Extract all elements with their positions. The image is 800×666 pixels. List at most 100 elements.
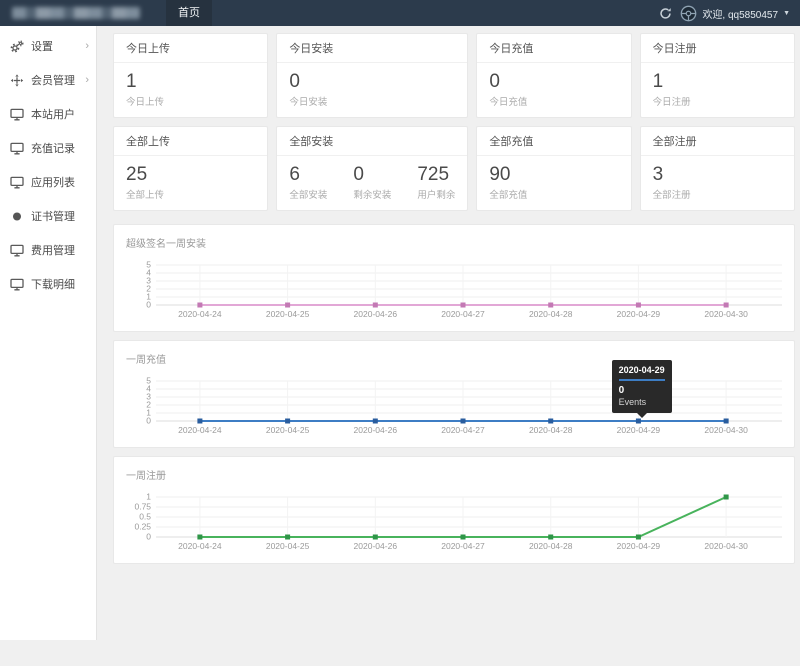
chevron-right-icon: › (85, 75, 89, 86)
sidebar-item-label: 应用列表 (31, 174, 75, 190)
chart-title: 一周充值 (126, 351, 782, 366)
brand-logo (12, 7, 140, 19)
svg-text:0: 0 (146, 532, 151, 542)
chart-plot: 00.250.50.7512020-04-242020-04-252020-04… (126, 491, 782, 555)
stat-group: 90全部充值 (489, 164, 527, 201)
stat-card-body: 25全部上传 (114, 156, 267, 210)
stat-label: 全部安装 (289, 187, 327, 201)
stat-value: 6 (289, 164, 327, 186)
stat-card: 全部上传 25全部上传 (113, 126, 268, 211)
stat-group: 0剩余安装 (353, 164, 391, 201)
sidebar-item-3[interactable]: 本站用户 (0, 97, 96, 131)
chart-card-2: 一周充值0123452020-04-242020-04-252020-04-26… (113, 340, 795, 448)
line-chart[interactable]: 0123452020-04-242020-04-252020-04-262020… (126, 375, 782, 439)
svg-text:2020-04-27: 2020-04-27 (441, 541, 485, 551)
stat-value: 90 (489, 164, 527, 186)
stat-card-title: 全部注册 (641, 127, 794, 156)
chart-card-3: 一周注册00.250.50.7512020-04-242020-04-25202… (113, 456, 795, 564)
chart-title: 超级签名一周安装 (126, 235, 782, 250)
stat-value: 0 (289, 71, 327, 93)
tooltip-date: 2020-04-29 (619, 365, 665, 381)
sidebar-item-7[interactable]: 费用管理 (0, 233, 96, 267)
svg-text:2020-04-25: 2020-04-25 (266, 425, 310, 435)
chart-plot: 0123452020-04-242020-04-252020-04-262020… (126, 375, 782, 439)
stat-card-title: 今日注册 (641, 34, 794, 63)
stat-card-title: 今日安装 (277, 34, 467, 63)
tooltip-value: 0 (619, 385, 665, 396)
stat-label: 今日上传 (126, 94, 164, 108)
stat-card-title: 全部充值 (477, 127, 630, 156)
stat-card: 全部安装6全部安装0剩余安装725用户剩余 (276, 126, 468, 211)
svg-text:5: 5 (146, 376, 151, 386)
monitor-icon (10, 244, 24, 257)
nav-item-home[interactable]: 首页 (166, 0, 212, 26)
chevron-right-icon: › (85, 41, 89, 52)
stat-label: 剩余安装 (353, 187, 391, 201)
stat-group: 0今日充值 (489, 71, 527, 108)
stat-card: 全部注册3全部注册 (640, 126, 795, 211)
svg-text:5: 5 (146, 260, 151, 270)
sidebar-item-label: 设置 (31, 38, 53, 54)
sidebar-item-8[interactable]: 下载明细 (0, 267, 96, 301)
stat-group: 3全部注册 (653, 164, 691, 201)
sidebar-item-label: 本站用户 (31, 106, 75, 122)
welcome-text: 欢迎, qq5850457 (702, 6, 778, 21)
avatar-icon (680, 5, 697, 22)
svg-text:2020-04-30: 2020-04-30 (704, 425, 748, 435)
chart-tooltip: 2020-04-29 0Events (612, 360, 672, 413)
sidebar-item-2[interactable]: 会员管理 › (0, 63, 96, 97)
stat-value: 0 (353, 164, 391, 186)
stat-card: 今日上传1今日上传 (113, 33, 268, 118)
sidebar-item-4[interactable]: 充值记录 (0, 131, 96, 165)
sidebar-item-label: 会员管理 (31, 72, 75, 88)
sidebar-item-label: 证书管理 (31, 208, 75, 224)
svg-text:2020-04-27: 2020-04-27 (441, 309, 485, 319)
stat-card-body: 90全部充值 (477, 156, 630, 210)
line-chart[interactable]: 00.250.50.7512020-04-242020-04-252020-04… (126, 491, 782, 555)
monitor-icon (10, 278, 24, 291)
stat-card: 今日注册1今日注册 (640, 33, 795, 118)
svg-text:2020-04-25: 2020-04-25 (266, 541, 310, 551)
user-menu[interactable]: 欢迎, qq5850457 ▼ (680, 5, 790, 22)
refresh-icon[interactable] (659, 7, 672, 20)
stat-card-body: 3全部注册 (641, 156, 794, 210)
stats-grid: 今日上传1今日上传今日安装0今日安装今日充值0今日充值今日注册1今日注册全部上传… (113, 33, 795, 211)
stat-card-title: 全部上传 (114, 127, 267, 156)
tooltip-label: Events (619, 397, 665, 407)
svg-text:0.75: 0.75 (134, 502, 151, 512)
svg-text:2020-04-24: 2020-04-24 (178, 309, 222, 319)
stat-card: 今日安装 0今日安装 (276, 33, 468, 118)
top-navbar: 首页 欢迎, qq5850457 ▼ (0, 0, 800, 26)
stat-label: 今日注册 (653, 94, 691, 108)
monitor-icon (10, 142, 24, 155)
stat-card: 今日充值0今日充值 (476, 33, 631, 118)
stat-card-body: 1今日上传 (114, 63, 267, 117)
stat-label: 全部注册 (653, 187, 691, 201)
svg-text:2020-04-28: 2020-04-28 (529, 425, 573, 435)
svg-text:2020-04-24: 2020-04-24 (178, 541, 222, 551)
svg-text:2020-04-30: 2020-04-30 (704, 309, 748, 319)
sidebar-item-1[interactable]: 设置 › (0, 29, 96, 63)
stat-card-title: 今日充值 (477, 34, 630, 63)
sidebar-menu: 设置 › 会员管理 › 本站用户充值记录应用列表证书管理费用管理下载明细 (0, 26, 97, 640)
stat-group: 0今日安装 (289, 71, 327, 108)
line-chart[interactable]: 0123452020-04-242020-04-252020-04-262020… (126, 259, 782, 323)
svg-text:0.5: 0.5 (139, 512, 151, 522)
stat-card: 全部充值90全部充值 (476, 126, 631, 211)
svg-text:2020-04-29: 2020-04-29 (617, 541, 661, 551)
sidebar-item-5[interactable]: 应用列表 (0, 165, 96, 199)
svg-text:2020-04-25: 2020-04-25 (266, 309, 310, 319)
stat-value: 1 (126, 71, 164, 93)
move-icon (10, 74, 24, 87)
stat-label: 全部充值 (489, 187, 527, 201)
svg-text:2020-04-28: 2020-04-28 (529, 309, 573, 319)
tooltip-caret-icon (637, 413, 647, 418)
sidebar-item-6[interactable]: 证书管理 (0, 199, 96, 233)
monitor-icon (10, 108, 24, 121)
stat-group: 1今日注册 (653, 71, 691, 108)
stat-label: 今日充值 (489, 94, 527, 108)
stat-group: 25全部上传 (126, 164, 164, 201)
gears-icon (10, 40, 24, 53)
svg-text:2020-04-26: 2020-04-26 (354, 425, 398, 435)
sidebar-item-label: 下载明细 (31, 276, 75, 292)
